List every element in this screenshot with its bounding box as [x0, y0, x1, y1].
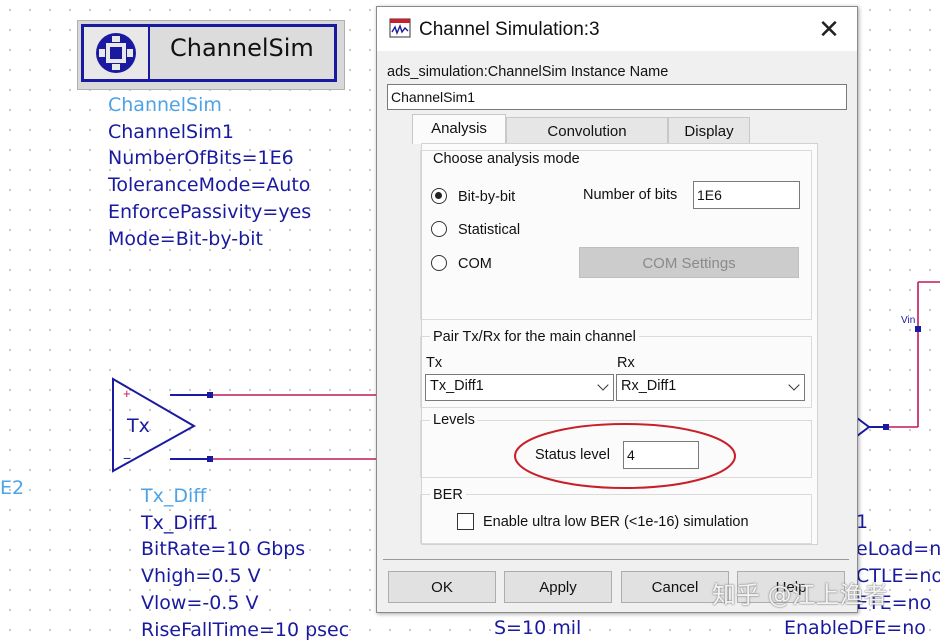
tx-select[interactable]: Tx_Diff1: [425, 374, 614, 401]
tab-display[interactable]: Display: [668, 117, 750, 145]
tx-minus-pin: −: [123, 450, 132, 466]
rx-combo-label: Rx: [617, 355, 635, 371]
channelsim-param: EnforcePassivity=yes: [108, 200, 312, 223]
rx-pin-label: Vin: [901, 315, 916, 326]
levels-group-title: Levels: [430, 412, 478, 428]
dialog-title: Channel Simulation:3: [419, 19, 600, 40]
radio-statistical-label[interactable]: Statistical: [458, 222, 520, 238]
tx-symbol-label: Tx: [127, 415, 150, 437]
radio-bit-by-bit[interactable]: [431, 188, 447, 204]
analysis-mode-group-title: Choose analysis mode: [430, 151, 583, 167]
chevron-down-icon: [788, 379, 800, 391]
substrate-param-fragment: S=10 mil: [494, 617, 582, 639]
tx-plus-pin: +: [123, 386, 131, 401]
tab-convolution[interactable]: Convolution: [506, 117, 668, 145]
ok-button[interactable]: OK: [388, 571, 496, 603]
channelsim-param: ChannelSim1: [108, 120, 234, 143]
watermark: 知乎 @江上渔者: [712, 581, 888, 609]
number-of-bits-label: Number of bits: [583, 187, 678, 203]
red-highlight-ellipse: [514, 423, 736, 489]
rx-select[interactable]: Rx_Diff1: [616, 374, 805, 401]
com-settings-button[interactable]: COM Settings: [579, 247, 799, 278]
tx-parameters: Tx_Diff Tx_Diff1 BitRate=10 Gbps Vhigh=0…: [141, 483, 349, 643]
chevron-down-icon: [597, 379, 609, 391]
pair-txrx-group-title: Pair Tx/Rx for the main channel: [430, 329, 639, 345]
rx-wiring: [856, 281, 940, 437]
ber-group-title: BER: [430, 487, 466, 503]
tx-combo-label: Tx: [426, 355, 443, 371]
number-of-bits-input[interactable]: [693, 181, 800, 209]
rx-select-value: Rx_Diff1: [621, 378, 677, 394]
radio-com[interactable]: [431, 255, 447, 271]
tx-select-value: Tx_Diff1: [430, 378, 484, 394]
instance-name-input[interactable]: [387, 84, 847, 110]
channelsim-block-title: ChannelSim: [170, 34, 314, 62]
rx-param-fragment: EnableDFE=no: [784, 617, 926, 639]
tx-param: Tx_Diff1: [141, 511, 219, 534]
channelsim-param: ChannelSim: [108, 94, 222, 116]
instance-name-label: ads_simulation:ChannelSim Instance Name: [387, 64, 669, 80]
channelsim-icon: [84, 27, 150, 79]
radio-statistical[interactable]: [431, 221, 447, 237]
tx-param: Tx_Diff: [141, 485, 207, 507]
close-icon[interactable]: ✕: [813, 15, 845, 43]
radio-com-label[interactable]: COM: [458, 256, 492, 272]
app-waveform-icon: [389, 18, 411, 38]
left-label-fragment: E2: [0, 477, 25, 499]
footer-divider: [383, 559, 849, 560]
ber-checkbox[interactable]: [457, 513, 474, 530]
rx-param-fragment: eLoad=no: [856, 538, 940, 560]
channelsim-parameters: ChannelSim ChannelSim1 NumberOfBits=1E6 …: [108, 92, 311, 252]
ber-checkbox-label[interactable]: Enable ultra low BER (<1e-16) simulation: [483, 514, 749, 530]
channelsim-param: Mode=Bit-by-bit: [108, 227, 263, 250]
tab-analysis[interactable]: Analysis: [412, 114, 506, 144]
radio-bit-by-bit-label[interactable]: Bit-by-bit: [458, 189, 515, 205]
tx-param: RiseFallTime=10 psec: [141, 618, 350, 641]
channelsim-param: NumberOfBits=1E6: [108, 147, 294, 170]
tx-param: Vlow=-0.5 V: [141, 591, 259, 614]
apply-button[interactable]: Apply: [504, 571, 612, 603]
tx-param: Vhigh=0.5 V: [141, 565, 261, 588]
tx-param: BitRate=10 Gbps: [141, 538, 306, 561]
channelsim-param: ToleranceMode=Auto: [108, 174, 311, 197]
